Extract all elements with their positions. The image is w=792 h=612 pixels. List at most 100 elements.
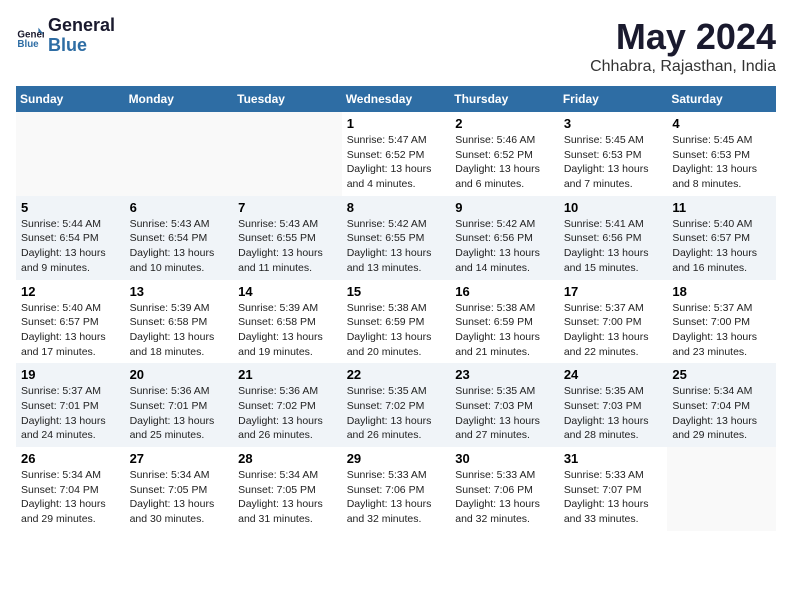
day-number: 5: [21, 200, 120, 215]
day-number: 14: [238, 284, 337, 299]
day-info: Sunrise: 5:34 AM Sunset: 7:04 PM Dayligh…: [672, 384, 771, 443]
day-number: 23: [455, 367, 554, 382]
day-number: 8: [347, 200, 446, 215]
day-number: 3: [564, 116, 663, 131]
calendar-cell: 12Sunrise: 5:40 AM Sunset: 6:57 PM Dayli…: [16, 280, 125, 364]
day-info: Sunrise: 5:43 AM Sunset: 6:54 PM Dayligh…: [130, 217, 229, 276]
calendar-cell: 25 Sunrise: 5:34 AM Sunset: 7:04 PM Dayli…: [667, 363, 776, 447]
day-info: Sunrise: 5:37 AM Sunset: 7:00 PM Dayligh…: [564, 301, 663, 360]
weekday-header-row: SundayMondayTuesdayWednesdayThursdayFrid…: [16, 86, 776, 112]
day-number: 15: [347, 284, 446, 299]
page-header: General Blue General Blue May 2024 Chhab…: [16, 16, 776, 76]
day-info: Sunrise: 5:36 AM Sunset: 7:01 PM Dayligh…: [130, 384, 229, 443]
calendar-cell: 27 Sunrise: 5:34 AM Sunset: 7:05 PM Dayli…: [125, 447, 234, 531]
calendar-cell: [233, 112, 342, 196]
calendar-cell: 23 Sunrise: 5:35 AM Sunset: 7:03 PM Dayli…: [450, 363, 559, 447]
day-info: Sunrise: 5:38 AM Sunset: 6:59 PM Dayligh…: [455, 301, 554, 360]
svg-text:Blue: Blue: [17, 39, 39, 50]
weekday-header-tuesday: Tuesday: [233, 86, 342, 112]
logo: General Blue General Blue: [16, 16, 115, 56]
day-number: 21: [238, 367, 337, 382]
day-info: Sunrise: 5:33 AM Sunset: 7:06 PM Dayligh…: [455, 468, 554, 527]
calendar-cell: 26Sunrise: 5:34 AM Sunset: 7:04 PM Dayli…: [16, 447, 125, 531]
day-number: 18: [672, 284, 771, 299]
day-info: Sunrise: 5:46 AM Sunset: 6:52 PM Dayligh…: [455, 133, 554, 192]
weekday-header-friday: Friday: [559, 86, 668, 112]
calendar-cell: 24Sunrise: 5:35 AM Sunset: 7:03 PM Dayli…: [559, 363, 668, 447]
logo-text-line1: General: [48, 16, 115, 36]
calendar-cell: 11 Sunrise: 5:40 AM Sunset: 6:57 PM Dayli…: [667, 196, 776, 280]
day-info: Sunrise: 5:38 AM Sunset: 6:59 PM Dayligh…: [347, 301, 446, 360]
day-info: Sunrise: 5:35 AM Sunset: 7:02 PM Dayligh…: [347, 384, 446, 443]
calendar-week-row: 1Sunrise: 5:47 AM Sunset: 6:52 PM Daylig…: [16, 112, 776, 196]
day-info: Sunrise: 5:45 AM Sunset: 6:53 PM Dayligh…: [564, 133, 663, 192]
day-info: Sunrise: 5:33 AM Sunset: 7:06 PM Dayligh…: [347, 468, 446, 527]
day-info: Sunrise: 5:34 AM Sunset: 7:05 PM Dayligh…: [130, 468, 229, 527]
day-number: 4: [672, 116, 771, 131]
day-number: 7: [238, 200, 337, 215]
day-number: 13: [130, 284, 229, 299]
day-info: Sunrise: 5:37 AM Sunset: 7:01 PM Dayligh…: [21, 384, 120, 443]
day-info: Sunrise: 5:40 AM Sunset: 6:57 PM Dayligh…: [21, 301, 120, 360]
calendar-cell: 10Sunrise: 5:41 AM Sunset: 6:56 PM Dayli…: [559, 196, 668, 280]
calendar-cell: 9Sunrise: 5:42 AM Sunset: 6:56 PM Daylig…: [450, 196, 559, 280]
day-info: Sunrise: 5:35 AM Sunset: 7:03 PM Dayligh…: [564, 384, 663, 443]
calendar-week-row: 26Sunrise: 5:34 AM Sunset: 7:04 PM Dayli…: [16, 447, 776, 531]
calendar-cell: 14 Sunrise: 5:39 AM Sunset: 6:58 PM Dayli…: [233, 280, 342, 364]
day-info: Sunrise: 5:45 AM Sunset: 6:53 PM Dayligh…: [672, 133, 771, 192]
weekday-header-wednesday: Wednesday: [342, 86, 451, 112]
calendar-cell: [667, 447, 776, 531]
day-number: 17: [564, 284, 663, 299]
calendar-cell: 18 Sunrise: 5:37 AM Sunset: 7:00 PM Dayli…: [667, 280, 776, 364]
day-info: Sunrise: 5:34 AM Sunset: 7:05 PM Dayligh…: [238, 468, 337, 527]
weekday-header-saturday: Saturday: [667, 86, 776, 112]
weekday-header-thursday: Thursday: [450, 86, 559, 112]
calendar-body: 1Sunrise: 5:47 AM Sunset: 6:52 PM Daylig…: [16, 112, 776, 531]
weekday-header-sunday: Sunday: [16, 86, 125, 112]
weekday-header-monday: Monday: [125, 86, 234, 112]
day-info: Sunrise: 5:40 AM Sunset: 6:57 PM Dayligh…: [672, 217, 771, 276]
day-info: Sunrise: 5:43 AM Sunset: 6:55 PM Dayligh…: [238, 217, 337, 276]
calendar-cell: 28 Sunrise: 5:34 AM Sunset: 7:05 PM Dayli…: [233, 447, 342, 531]
calendar-table: SundayMondayTuesdayWednesdayThursdayFrid…: [16, 86, 776, 531]
day-info: Sunrise: 5:42 AM Sunset: 6:55 PM Dayligh…: [347, 217, 446, 276]
calendar-cell: 1Sunrise: 5:47 AM Sunset: 6:52 PM Daylig…: [342, 112, 451, 196]
calendar-cell: [125, 112, 234, 196]
day-number: 29: [347, 451, 446, 466]
calendar-cell: 15 Sunrise: 5:38 AM Sunset: 6:59 PM Dayli…: [342, 280, 451, 364]
calendar-cell: 17 Sunrise: 5:37 AM Sunset: 7:00 PM Dayli…: [559, 280, 668, 364]
day-number: 6: [130, 200, 229, 215]
day-info: Sunrise: 5:39 AM Sunset: 6:58 PM Dayligh…: [130, 301, 229, 360]
calendar-week-row: 19Sunrise: 5:37 AM Sunset: 7:01 PM Dayli…: [16, 363, 776, 447]
day-info: Sunrise: 5:39 AM Sunset: 6:58 PM Dayligh…: [238, 301, 337, 360]
calendar-subtitle: Chhabra, Rajasthan, India: [590, 58, 776, 76]
calendar-week-row: 12Sunrise: 5:40 AM Sunset: 6:57 PM Dayli…: [16, 280, 776, 364]
day-number: 20: [130, 367, 229, 382]
day-number: 27: [130, 451, 229, 466]
calendar-cell: 5 Sunrise: 5:44 AM Sunset: 6:54 PM Daylig…: [16, 196, 125, 280]
calendar-cell: 22 Sunrise: 5:35 AM Sunset: 7:02 PM Dayli…: [342, 363, 451, 447]
day-number: 30: [455, 451, 554, 466]
day-info: Sunrise: 5:35 AM Sunset: 7:03 PM Dayligh…: [455, 384, 554, 443]
calendar-cell: 4 Sunrise: 5:45 AM Sunset: 6:53 PM Daylig…: [667, 112, 776, 196]
calendar-cell: 19Sunrise: 5:37 AM Sunset: 7:01 PM Dayli…: [16, 363, 125, 447]
calendar-cell: 16Sunrise: 5:38 AM Sunset: 6:59 PM Dayli…: [450, 280, 559, 364]
day-info: Sunrise: 5:44 AM Sunset: 6:54 PM Dayligh…: [21, 217, 120, 276]
day-info: Sunrise: 5:37 AM Sunset: 7:00 PM Dayligh…: [672, 301, 771, 360]
calendar-title: May 2024: [590, 16, 776, 58]
day-info: Sunrise: 5:47 AM Sunset: 6:52 PM Dayligh…: [347, 133, 446, 192]
calendar-cell: 13 Sunrise: 5:39 AM Sunset: 6:58 PM Dayli…: [125, 280, 234, 364]
day-info: Sunrise: 5:36 AM Sunset: 7:02 PM Dayligh…: [238, 384, 337, 443]
logo-icon: General Blue: [16, 22, 44, 50]
day-number: 11: [672, 200, 771, 215]
day-number: 25: [672, 367, 771, 382]
calendar-cell: 30 Sunrise: 5:33 AM Sunset: 7:06 PM Dayli…: [450, 447, 559, 531]
day-info: Sunrise: 5:33 AM Sunset: 7:07 PM Dayligh…: [564, 468, 663, 527]
day-info: Sunrise: 5:41 AM Sunset: 6:56 PM Dayligh…: [564, 217, 663, 276]
calendar-cell: 6 Sunrise: 5:43 AM Sunset: 6:54 PM Daylig…: [125, 196, 234, 280]
day-number: 28: [238, 451, 337, 466]
calendar-cell: 8 Sunrise: 5:42 AM Sunset: 6:55 PM Daylig…: [342, 196, 451, 280]
title-block: May 2024 Chhabra, Rajasthan, India: [590, 16, 776, 76]
day-number: 26: [21, 451, 120, 466]
day-number: 22: [347, 367, 446, 382]
